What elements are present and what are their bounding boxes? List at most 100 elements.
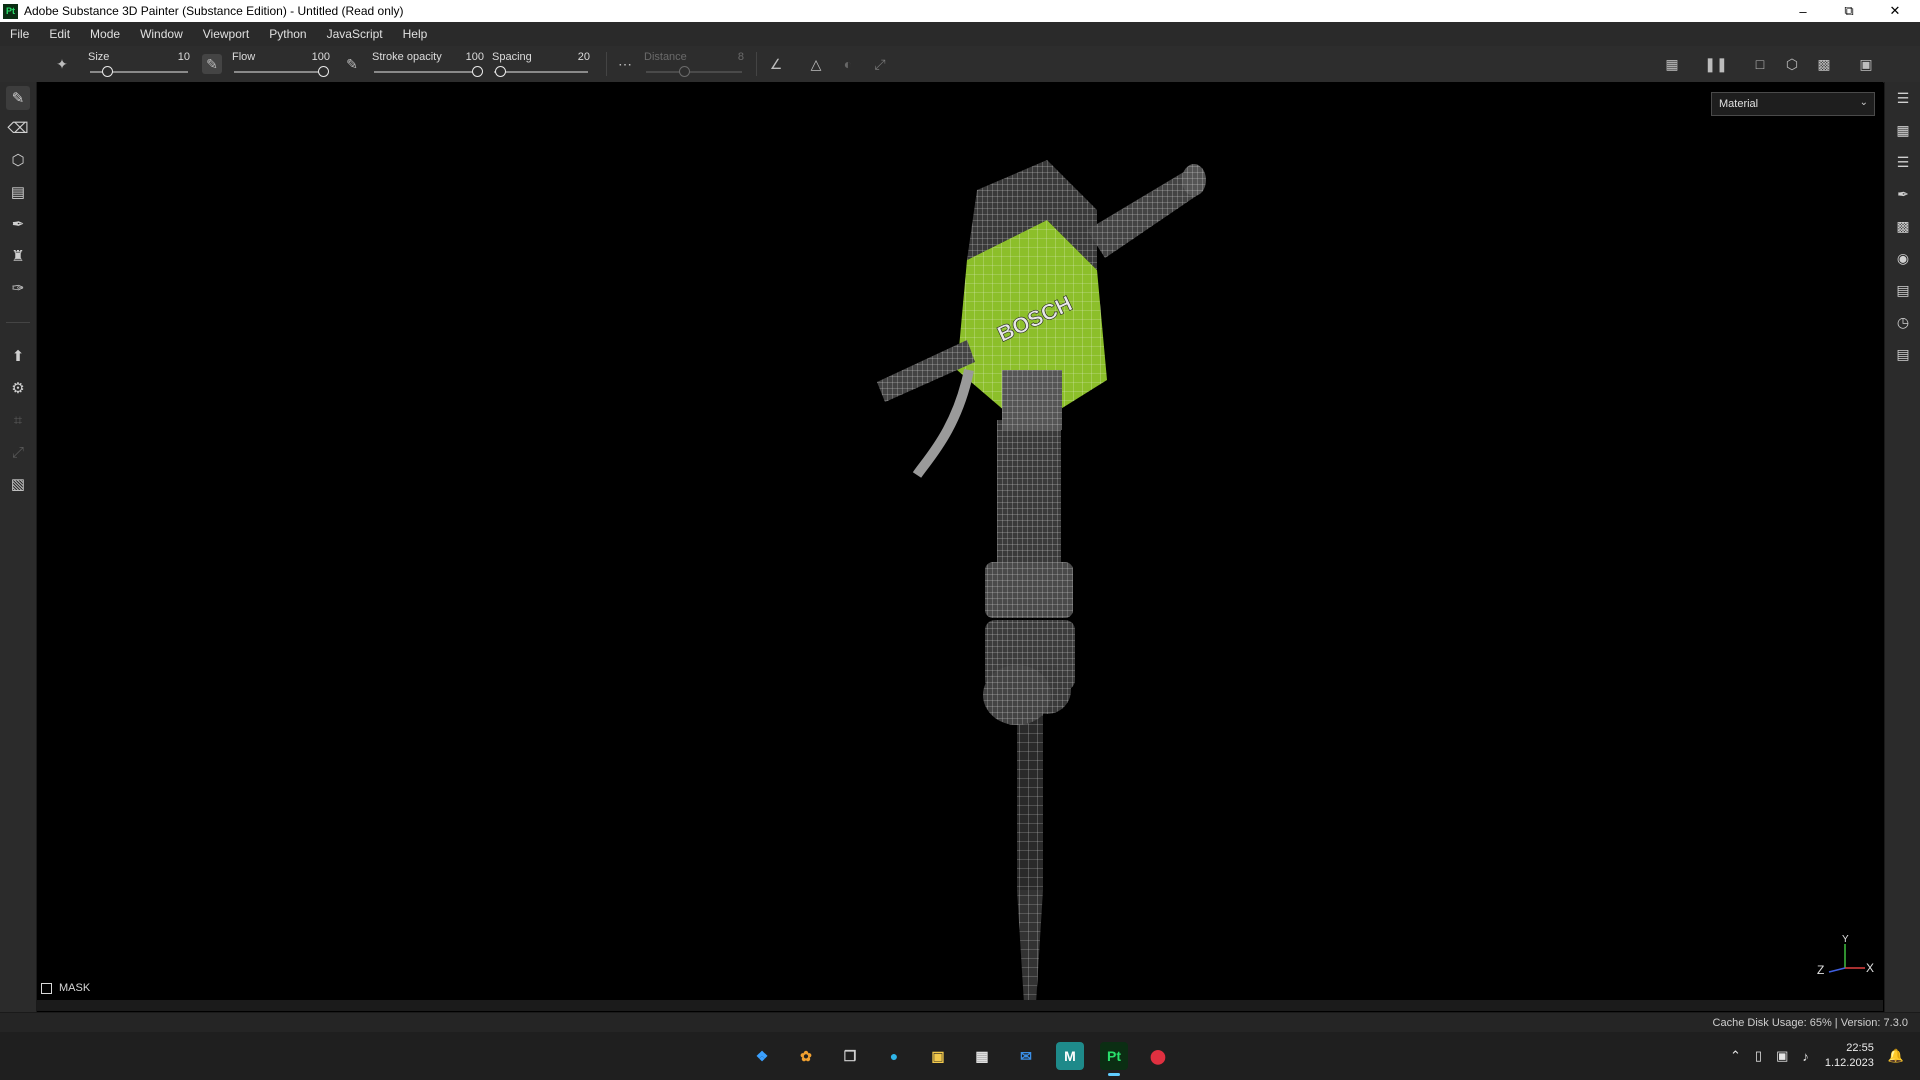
file-explorer-icon[interactable]: ▣ xyxy=(924,1042,952,1070)
spacing-slider[interactable]: Spacing 20 xyxy=(492,49,590,81)
paint-brush-icon[interactable]: ✎ xyxy=(6,86,30,110)
channel-value: Material xyxy=(1719,98,1759,110)
spacing-knob[interactable] xyxy=(495,66,506,77)
mirror-icon[interactable]: ◐ xyxy=(838,54,858,74)
flow-value[interactable]: 100 xyxy=(312,51,330,63)
brush-preset-icon[interactable]: ✦ xyxy=(52,54,72,74)
copilot-icon[interactable]: ✿ xyxy=(792,1042,820,1070)
substance-painter-icon[interactable]: Pt xyxy=(1100,1042,1128,1076)
chevron-down-icon: ⌄ xyxy=(1859,97,1868,108)
distance-value: 8 xyxy=(737,51,744,63)
minimize-icon[interactable]: – xyxy=(1780,0,1826,22)
windows-taskbar: ❖ ✿ ❐ ● ▣ ▦ ✉ M Pt ⬤ ⌃ ▯ ▣ ♪ 22:55 1.12.… xyxy=(0,1032,1920,1080)
usb-icon[interactable]: ▯ xyxy=(1755,1048,1762,1064)
chevron-up-icon[interactable]: ⌃ xyxy=(1730,1048,1741,1064)
export-icon[interactable]: ▧ xyxy=(6,472,30,496)
toolbar-divider xyxy=(606,52,607,76)
menu-window[interactable]: Window xyxy=(130,27,193,41)
lazy-mouse-icon[interactable]: ⋯ xyxy=(615,54,635,74)
projection-icon[interactable]: ⬡ xyxy=(6,148,30,172)
mask-label: MASK xyxy=(59,982,91,994)
distance-slider: Distance 8 xyxy=(644,49,744,81)
tools-divider xyxy=(6,322,30,323)
status-bar: Cache Disk Usage: 65% | Version: 7.3.0 xyxy=(0,1012,1920,1033)
display-settings-icon[interactable]: ▩ xyxy=(1891,214,1915,238)
windows-start-icon[interactable]: ❖ xyxy=(748,1042,776,1070)
pause-icon[interactable]: ❚❚ xyxy=(1704,54,1727,74)
angle-icon[interactable]: ∠ xyxy=(766,54,786,74)
spacing-label: Spacing xyxy=(492,51,532,63)
clock-time: 22:55 xyxy=(1846,1042,1874,1054)
jackhammer-model[interactable]: BOSCH xyxy=(857,130,1217,1000)
maya-icon[interactable]: M xyxy=(1056,1042,1084,1070)
menu-edit[interactable]: Edit xyxy=(39,27,80,41)
restore-icon[interactable]: ⧉ xyxy=(1826,0,1872,22)
flow-slider[interactable]: Flow 100 xyxy=(232,49,330,81)
distance-label: Distance xyxy=(644,51,687,63)
hide-ui-icon[interactable]: ▦ xyxy=(1662,54,1682,74)
mail-icon[interactable]: ✉ xyxy=(1012,1042,1040,1070)
polygon-fill-icon[interactable]: ▤ xyxy=(6,180,30,204)
stroke-opacity-label: Stroke opacity xyxy=(372,51,442,63)
eraser-icon[interactable]: ⌫ xyxy=(6,116,30,140)
notification-bell-icon[interactable]: 🔔 xyxy=(1888,1048,1904,1064)
symmetry-icon[interactable]: △ xyxy=(806,54,826,74)
stroke-opacity-knob[interactable] xyxy=(472,66,483,77)
color-picker-icon[interactable]: ✑ xyxy=(6,276,30,300)
2d-view-icon[interactable]: □ xyxy=(1750,54,1770,74)
size-knob[interactable] xyxy=(102,66,113,77)
bake-icon[interactable]: ⬆ xyxy=(6,344,30,368)
menu-javascript[interactable]: JavaScript xyxy=(317,27,393,41)
status-text: Cache Disk Usage: 65% | Version: 7.3.0 xyxy=(1712,1017,1908,1029)
network-icon[interactable]: ▣ xyxy=(1776,1048,1788,1064)
texture-set-icon[interactable]: ▦ xyxy=(1891,118,1915,142)
channel-dropdown[interactable]: Material ⌄ xyxy=(1711,92,1875,116)
volume-icon[interactable]: ♪ xyxy=(1802,1049,1809,1064)
menu-python[interactable]: Python xyxy=(259,27,316,41)
shaft xyxy=(983,420,1075,725)
spacing-value[interactable]: 20 xyxy=(578,51,590,63)
size-value[interactable]: 10 xyxy=(178,51,190,63)
assets-icon[interactable]: ▤ xyxy=(1891,278,1915,302)
properties-icon[interactable]: ☰ xyxy=(1891,150,1915,174)
edge-icon[interactable]: ● xyxy=(880,1042,908,1070)
task-view-icon[interactable]: ❐ xyxy=(836,1042,864,1070)
uv-icon: ⤢ xyxy=(11,443,24,461)
3d-viewport[interactable]: Material ⌄ BOSCH MASK Y X Z xyxy=(37,82,1883,1000)
screenshot-icon[interactable]: ▣ xyxy=(1856,54,1876,74)
window-title: Adobe Substance 3D Painter (Substance Ed… xyxy=(24,4,404,18)
chisel xyxy=(1017,690,1043,1000)
menu-viewport[interactable]: Viewport xyxy=(193,27,259,41)
3d-view-icon[interactable]: ⬡ xyxy=(1782,54,1802,74)
shader-icon[interactable]: ◉ xyxy=(1891,246,1915,270)
menu-file[interactable]: File xyxy=(0,27,39,41)
layers-icon[interactable]: ☰ xyxy=(1891,86,1915,110)
size-slider[interactable]: Size 10 xyxy=(88,49,190,81)
smudge-icon[interactable]: ✒ xyxy=(6,212,30,236)
pen-pressure-icon[interactable]: ✎ xyxy=(342,54,362,74)
clock-date: 1.12.2023 xyxy=(1824,1057,1874,1069)
menu-help[interactable]: Help xyxy=(393,27,438,41)
tool-properties-bar: ✦ Size 10 ✎ Flow 100 ✎ Stroke opacity 10… xyxy=(0,46,1920,83)
brush-settings-icon[interactable]: ✒ xyxy=(1891,182,1915,206)
size-label: Size xyxy=(88,51,110,63)
clone-stamp-icon[interactable]: ♜ xyxy=(6,244,30,268)
close-icon[interactable]: ✕ xyxy=(1872,0,1918,22)
app-icon[interactable]: ⬤ xyxy=(1144,1042,1172,1070)
stroke-opacity-value[interactable]: 100 xyxy=(466,51,484,63)
transform-icon[interactable]: ⤢ xyxy=(870,54,890,74)
alpha-icon[interactable]: ✎ xyxy=(202,54,222,74)
material-picker-icon[interactable]: ⚙ xyxy=(6,376,30,400)
stroke-opacity-slider[interactable]: Stroke opacity 100 xyxy=(372,49,484,81)
store-icon[interactable]: ▦ xyxy=(968,1042,996,1070)
mask-checkbox[interactable] xyxy=(41,982,52,994)
menu-mode[interactable]: Mode xyxy=(80,27,130,41)
clock[interactable]: 22:55 1.12.2023 xyxy=(1825,1041,1874,1071)
viewport-scrollbar[interactable] xyxy=(37,1000,1883,1011)
tools-panel: ✎ ⌫ ⬡ ▤ ✒ ♜ ✑ ⬆ ⚙ ⌗ ⤢ ▧ xyxy=(0,82,37,1012)
log-icon[interactable]: ▤ xyxy=(1891,342,1915,366)
flow-knob[interactable] xyxy=(318,66,329,77)
camera-icon[interactable]: ▩ xyxy=(1814,54,1834,74)
mask-toggle[interactable]: MASK xyxy=(41,982,90,994)
history-icon[interactable]: ◷ xyxy=(1891,310,1915,334)
